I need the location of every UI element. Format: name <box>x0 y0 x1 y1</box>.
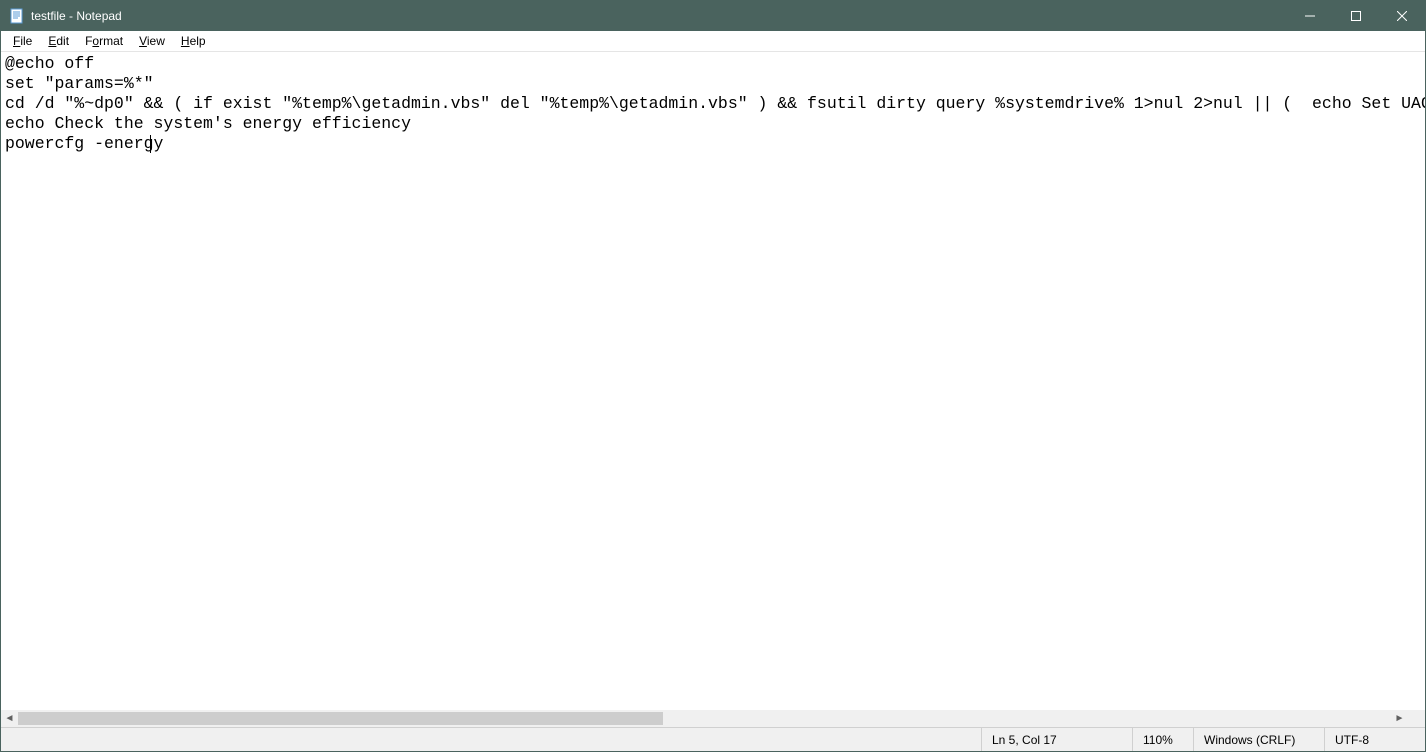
scroll-thumb[interactable] <box>18 712 663 725</box>
maximize-button[interactable] <box>1333 1 1379 31</box>
notepad-icon <box>9 8 25 24</box>
menu-format[interactable]: Format <box>77 33 131 49</box>
text-caret <box>150 135 151 153</box>
scroll-right-arrow-icon[interactable]: ► <box>1391 710 1408 727</box>
window-title: testfile - Notepad <box>31 9 122 23</box>
status-zoom: 110% <box>1133 728 1193 751</box>
scroll-track[interactable] <box>18 710 1391 727</box>
scroll-corner <box>1408 710 1425 727</box>
status-cursor-position: Ln 5, Col 17 <box>982 728 1132 751</box>
menu-help[interactable]: Help <box>173 33 214 49</box>
minimize-button[interactable] <box>1287 1 1333 31</box>
menu-view[interactable]: View <box>131 33 173 49</box>
text-editor[interactable]: @echo off set "params=%*" cd /d "%~dp0" … <box>1 52 1425 705</box>
status-encoding: UTF-8 <box>1325 728 1425 751</box>
editor-area: @echo off set "params=%*" cd /d "%~dp0" … <box>1 52 1425 727</box>
status-line-ending: Windows (CRLF) <box>1194 728 1324 751</box>
close-button[interactable] <box>1379 1 1425 31</box>
titlebar[interactable]: testfile - Notepad <box>1 1 1425 31</box>
menu-edit[interactable]: Edit <box>40 33 77 49</box>
horizontal-scrollbar[interactable]: ◄ ► <box>1 710 1408 727</box>
statusbar: Ln 5, Col 17 110% Windows (CRLF) UTF-8 <box>1 727 1425 751</box>
notepad-window: testfile - Notepad File Edit Format View… <box>0 0 1426 752</box>
menu-file[interactable]: File <box>5 33 40 49</box>
scroll-left-arrow-icon[interactable]: ◄ <box>1 710 18 727</box>
menubar: File Edit Format View Help <box>1 31 1425 52</box>
status-spacer <box>1 728 981 751</box>
